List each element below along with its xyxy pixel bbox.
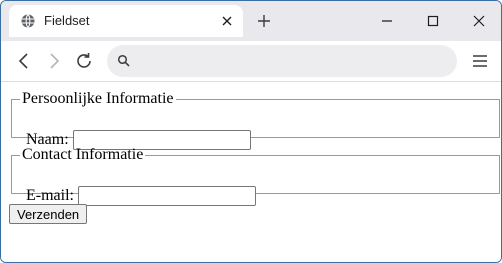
address-bar[interactable] [107,45,457,77]
tab-close-icon[interactable] [219,13,235,29]
page-content: Persoonlijke Informatie Naam: Contact In… [1,82,501,262]
close-window-icon[interactable] [467,9,491,33]
browser-window: Fieldset Persoonlijke Informatie Naam: C… [0,0,502,263]
arrow-right-icon[interactable] [43,50,65,72]
arrow-left-icon[interactable] [13,50,35,72]
plus-icon[interactable] [254,11,274,31]
fieldset-personal-info: Persoonlijke Informatie Naam: [11,90,500,150]
hamburger-menu-icon[interactable] [469,50,491,72]
browser-toolbar [1,41,501,82]
email-row: E-mail: [26,186,256,206]
fieldset-contact-info: Contact Informatie E-mail: [11,146,500,206]
maximize-icon[interactable] [421,9,445,33]
globe-icon [21,14,35,28]
legend-contact-info: Contact Informatie [22,146,144,163]
tab-fieldset[interactable]: Fieldset [9,5,243,37]
tab-title: Fieldset [44,13,90,28]
address-input[interactable] [139,51,443,73]
email-label: E-mail: [26,187,74,204]
email-input[interactable] [77,186,256,206]
search-icon [117,54,131,68]
tab-strip: Fieldset [1,1,501,41]
submit-button[interactable]: Verzenden [9,204,88,224]
minimize-icon[interactable] [375,9,399,33]
legend-personal-info: Persoonlijke Informatie [22,90,174,107]
reload-icon[interactable] [73,50,95,72]
